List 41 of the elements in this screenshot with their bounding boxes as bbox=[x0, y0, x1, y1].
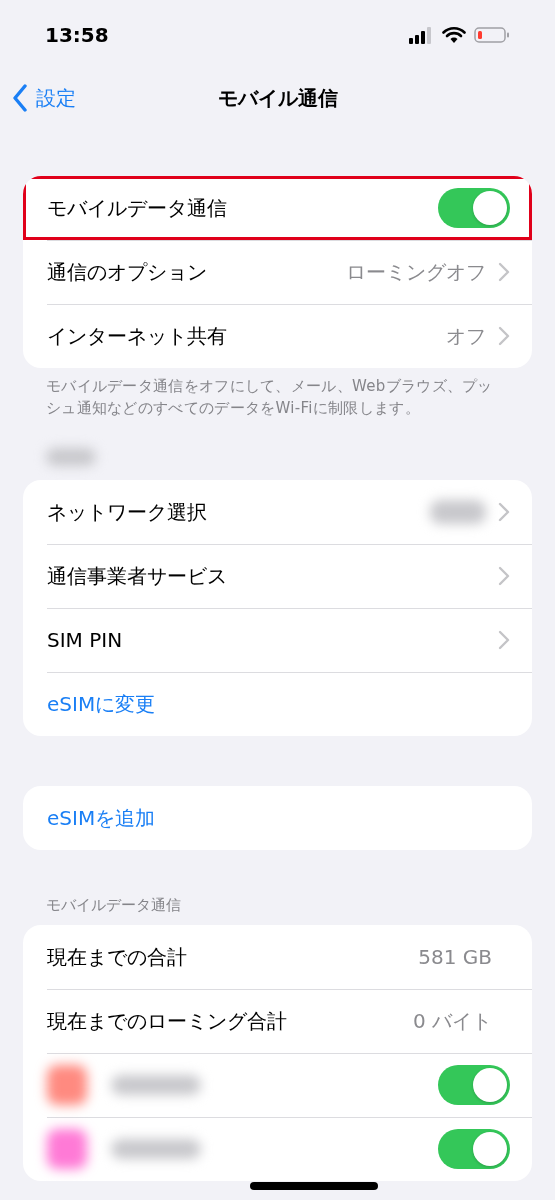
row-value: 0 バイト bbox=[412, 1007, 492, 1035]
row-label: モバイルデータ通信 bbox=[47, 195, 227, 222]
row-label: インターネット共有 bbox=[47, 323, 227, 350]
chevron-icon bbox=[498, 630, 510, 650]
chevron-icon bbox=[498, 502, 510, 522]
row-value: ローミングオフ bbox=[346, 259, 486, 286]
settings-row[interactable]: 現在までのローミング合計 0 バイト bbox=[23, 988, 532, 1053]
settings-row[interactable]: ネットワーク選択 bbox=[23, 480, 532, 544]
row-label: 現在までの合計 bbox=[47, 943, 187, 971]
chevron-icon bbox=[498, 326, 510, 346]
status-time: 13:58 bbox=[45, 22, 109, 49]
row-label: 現在までのローミング合計 bbox=[47, 1007, 287, 1035]
section-footer: モバイルデータ通信をオフにして、メール、Webブラウズ、プッシュ通知などのすべてのデータをWi-Fiに制限します。 bbox=[0, 368, 555, 420]
settings-row[interactable]: 通信事業者サービス bbox=[23, 544, 532, 608]
settings-row[interactable]: SIM PIN bbox=[23, 608, 532, 672]
battery-icon bbox=[474, 26, 510, 44]
settings-row[interactable]: eSIMに変更 bbox=[23, 672, 532, 736]
chevron-icon bbox=[498, 262, 510, 282]
wifi-icon bbox=[442, 26, 466, 44]
row-link: eSIMに変更 bbox=[47, 691, 156, 718]
chevron-icon bbox=[498, 566, 510, 586]
row-link: eSIMを追加 bbox=[47, 805, 156, 832]
row-label: ネットワーク選択 bbox=[47, 499, 207, 526]
row-value: オフ bbox=[446, 323, 486, 350]
settings-row[interactable]: eSIMを追加 bbox=[23, 786, 532, 850]
back-button[interactable]: 設定 bbox=[0, 83, 76, 113]
page-title: モバイル通信 bbox=[217, 85, 338, 112]
row-label: 通信事業者サービス bbox=[47, 563, 227, 590]
row-value: 581 GB bbox=[418, 943, 492, 971]
signal-icon bbox=[408, 26, 434, 44]
toggle-switch[interactable] bbox=[438, 1128, 510, 1169]
section-header: モバイルデータ通信 bbox=[45, 895, 182, 916]
row-label: SIM PIN bbox=[47, 627, 123, 654]
row-label: 通信のオプション bbox=[47, 259, 207, 286]
settings-row[interactable]: インターネット共有 オフ bbox=[23, 304, 532, 368]
settings-row[interactable]: 通信のオプション ローミングオフ bbox=[23, 240, 532, 304]
settings-row[interactable]: モバイルデータ通信 bbox=[23, 176, 532, 240]
back-chevron-icon bbox=[12, 84, 28, 112]
toggle-switch[interactable] bbox=[438, 1064, 510, 1105]
toggle-switch[interactable] bbox=[438, 188, 510, 228]
settings-row[interactable]: 現在までの合計 581 GB bbox=[23, 924, 532, 989]
